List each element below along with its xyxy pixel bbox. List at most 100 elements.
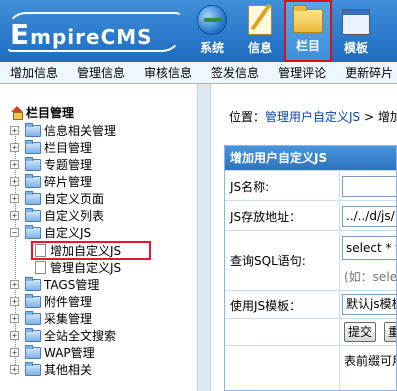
page-icon: [35, 261, 46, 274]
sql-hint: (如：selec: [344, 270, 397, 284]
tree-item-custom-lists[interactable]: + 自定义列表: [10, 207, 104, 224]
nav-template[interactable]: 模板: [332, 0, 380, 62]
expand-icon[interactable]: +: [10, 143, 19, 152]
template-label: 使用JS模板：: [230, 299, 302, 313]
breadcrumb-prefix: 位置：: [229, 110, 266, 124]
tree-item-custom-js[interactable]: − 自定义JS: [10, 224, 91, 241]
sub-menu-bar: 增加信息 管理信息 审核信息 签发信息 管理评论 更新碎片: [0, 62, 397, 84]
nav-column[interactable]: 栏目: [284, 0, 332, 62]
home-icon: [10, 106, 24, 120]
folder-icon: [25, 173, 41, 188]
folder-icon: [293, 5, 323, 33]
js-name-label: JS名称:: [230, 180, 270, 194]
tree-item-info-related[interactable]: + 信息相关管理: [10, 122, 116, 139]
folder-open-icon: [25, 224, 41, 239]
tree-item-label: 管理自定义JS: [50, 261, 122, 275]
breadcrumb-current: 增加: [377, 110, 397, 124]
nav-info[interactable]: 信息: [236, 0, 284, 62]
tree-item-label: 附件管理: [44, 295, 93, 309]
folder-icon: [25, 276, 41, 291]
folder-icon: [25, 207, 41, 222]
expand-icon[interactable]: +: [10, 365, 19, 374]
selection-highlight: [31, 241, 151, 260]
tree-item-label: 采集管理: [44, 312, 93, 326]
form-title: 增加用户自定义JS: [225, 146, 396, 170]
tree-item-label: 栏目管理: [44, 141, 93, 155]
js-path-input[interactable]: ../../d/js/: [342, 206, 396, 227]
nav-system[interactable]: 系统: [188, 0, 236, 62]
expand-icon[interactable]: +: [10, 348, 19, 357]
expand-icon[interactable]: +: [10, 331, 19, 340]
cell-divider: [339, 231, 340, 290]
tree-item-topics[interactable]: + 专题管理: [10, 156, 92, 173]
tree-item-fulltext-search[interactable]: + 全站全文搜索: [10, 327, 116, 344]
cell-divider: [339, 171, 340, 200]
tree-item-others[interactable]: + 其他相关: [10, 361, 92, 378]
template-select[interactable]: 默认js模板: [342, 294, 396, 315]
globe-icon: [197, 5, 227, 35]
expand-icon[interactable]: +: [10, 177, 19, 186]
submenu-add-info[interactable]: 增加信息: [0, 62, 58, 83]
expand-icon[interactable]: +: [10, 297, 19, 306]
submenu-manage-info[interactable]: 管理信息: [67, 62, 125, 83]
logo-text: mpireCMS: [30, 25, 153, 49]
folder-icon: [25, 310, 41, 325]
tree-item-custom-pages[interactable]: + 自定义页面: [10, 190, 104, 207]
cell-divider: [339, 319, 340, 345]
submenu-update-fragments[interactable]: 更新碎片: [335, 62, 393, 83]
nav-label: 栏目: [295, 39, 320, 53]
submenu-review-info[interactable]: 审核信息: [134, 62, 192, 83]
breadcrumb: 位置：管理用户自定义JS > 增加: [229, 108, 397, 125]
tree-item-collect[interactable]: + 采集管理: [10, 310, 92, 327]
expand-icon[interactable]: +: [10, 194, 19, 203]
cell-divider: [339, 291, 340, 318]
submenu-manage-comments[interactable]: 管理评论: [268, 62, 326, 83]
tree-title: 栏目管理: [10, 104, 74, 121]
folder-icon: [25, 190, 41, 205]
sql-textarea[interactable]: select * fr: [342, 236, 396, 260]
folder-icon: [25, 327, 41, 342]
table-prefix-note: 表前缀可用: [344, 354, 396, 368]
tree-item-wap[interactable]: + WAP管理: [10, 344, 95, 361]
app-logo[interactable]: EmpireCMS: [10, 18, 153, 51]
expand-icon[interactable]: +: [10, 126, 19, 135]
folder-icon: [25, 139, 41, 154]
folder-icon: [25, 156, 41, 171]
tree-item-label: 碎片管理: [44, 175, 93, 189]
folder-icon: [25, 361, 41, 376]
js-path-label: JS存放地址：: [230, 210, 302, 224]
tree-item-label: TAGS管理: [44, 278, 100, 292]
expand-icon[interactable]: +: [10, 280, 19, 289]
expand-icon[interactable]: +: [10, 211, 19, 220]
nav-label: 系统: [199, 41, 224, 55]
js-name-input[interactable]: [342, 176, 396, 197]
collapse-icon[interactable]: −: [10, 228, 19, 237]
submit-button[interactable]: 提交: [344, 322, 377, 342]
frame-splitter[interactable]: [197, 84, 211, 391]
tree-item-attachments[interactable]: + 附件管理: [10, 293, 92, 310]
nav-label: 信息: [247, 41, 272, 55]
breadcrumb-separator: >: [360, 110, 378, 124]
breadcrumb-link[interactable]: 管理用户自定义JS: [265, 110, 360, 124]
tree-item-manage-custom-js[interactable]: 管理自定义JS: [10, 259, 121, 276]
expand-icon[interactable]: +: [10, 160, 19, 169]
reset-button[interactable]: 重: [384, 322, 396, 342]
tree-title-label: 栏目管理: [26, 106, 75, 120]
folder-icon: [25, 344, 41, 359]
tree-item-label: 全站全文搜索: [44, 329, 117, 343]
sql-label: 查询SQL语句:: [230, 254, 306, 268]
tree-item-label: 自定义页面: [44, 192, 105, 206]
tree-item-fragments[interactable]: + 碎片管理: [10, 173, 92, 190]
top-nav: 系统 信息 栏目 模板: [188, 0, 380, 62]
add-js-form: 增加用户自定义JS JS名称: JS存放地址： 查询SQL语句: 使用JS模板：…: [224, 145, 397, 391]
tree-item-label: 自定义列表: [44, 209, 105, 223]
expand-icon[interactable]: +: [10, 314, 19, 323]
logo-prefix: E: [10, 18, 31, 51]
folder-icon: [25, 122, 41, 137]
tree-item-label: 自定义JS: [44, 226, 92, 240]
tree-item-columns[interactable]: + 栏目管理: [10, 139, 92, 156]
tree-item-label: 专题管理: [44, 158, 93, 172]
document-pencil-icon: [248, 5, 272, 35]
submenu-sign-info[interactable]: 签发信息: [201, 62, 259, 83]
tree-item-tags[interactable]: + TAGS管理: [10, 276, 99, 293]
